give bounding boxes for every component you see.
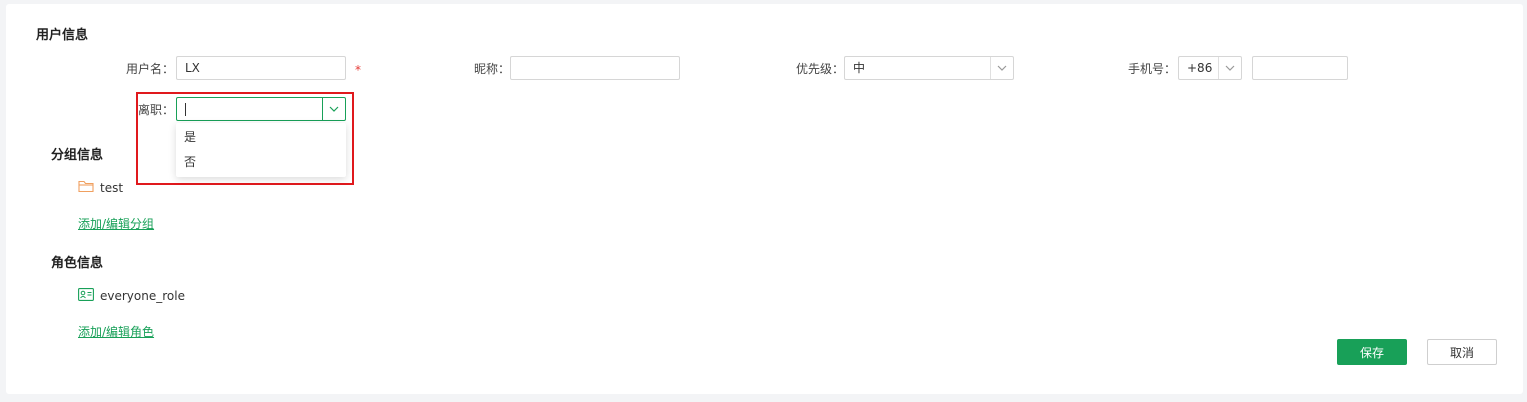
folder-icon bbox=[78, 179, 94, 196]
nickname-label: 昵称： bbox=[473, 62, 510, 76]
country-code-select[interactable]: +86 bbox=[1178, 56, 1242, 80]
priority-label: 优先级： bbox=[795, 62, 844, 76]
user-info-title: 用户信息 bbox=[36, 28, 89, 43]
resigned-select[interactable] bbox=[176, 97, 346, 121]
country-code-value: +86 bbox=[1187, 61, 1213, 75]
chevron-down-icon[interactable] bbox=[322, 98, 345, 120]
nickname-input[interactable] bbox=[510, 56, 680, 80]
group-item[interactable]: test bbox=[78, 179, 123, 196]
group-info-title: 分组信息 bbox=[51, 148, 104, 163]
required-mark: * bbox=[355, 63, 361, 77]
cancel-button[interactable]: 取消 bbox=[1427, 339, 1497, 365]
phone-input[interactable] bbox=[1252, 56, 1348, 80]
username-input[interactable]: LX bbox=[176, 56, 346, 80]
user-edit-panel: 用户信息 用户名： LX * 昵称： 优先级： 中 手机号： +86 离职： 是… bbox=[6, 4, 1523, 394]
save-button[interactable]: 保存 bbox=[1337, 339, 1407, 365]
role-item[interactable]: everyone_role bbox=[78, 288, 185, 304]
priority-value: 中 bbox=[853, 61, 866, 75]
priority-select[interactable]: 中 bbox=[844, 56, 1014, 80]
dropdown-option-no[interactable]: 否 bbox=[176, 150, 346, 175]
resigned-label: 离职： bbox=[137, 103, 174, 117]
id-card-icon bbox=[78, 288, 94, 304]
role-info-title: 角色信息 bbox=[51, 256, 104, 271]
username-label: 用户名： bbox=[125, 62, 174, 76]
text-cursor bbox=[185, 103, 186, 116]
resigned-dropdown: 是 否 bbox=[176, 123, 346, 177]
chevron-down-icon[interactable] bbox=[990, 57, 1013, 79]
edit-group-link[interactable]: 添加/编辑分组 bbox=[78, 215, 154, 232]
chevron-down-icon[interactable] bbox=[1218, 57, 1241, 79]
edit-role-link[interactable]: 添加/编辑角色 bbox=[78, 323, 154, 340]
phone-label: 手机号： bbox=[1127, 62, 1176, 76]
dropdown-option-yes[interactable]: 是 bbox=[176, 125, 346, 150]
group-item-label: test bbox=[100, 180, 124, 195]
role-item-label: everyone_role bbox=[100, 289, 185, 303]
username-value: LX bbox=[185, 61, 200, 75]
